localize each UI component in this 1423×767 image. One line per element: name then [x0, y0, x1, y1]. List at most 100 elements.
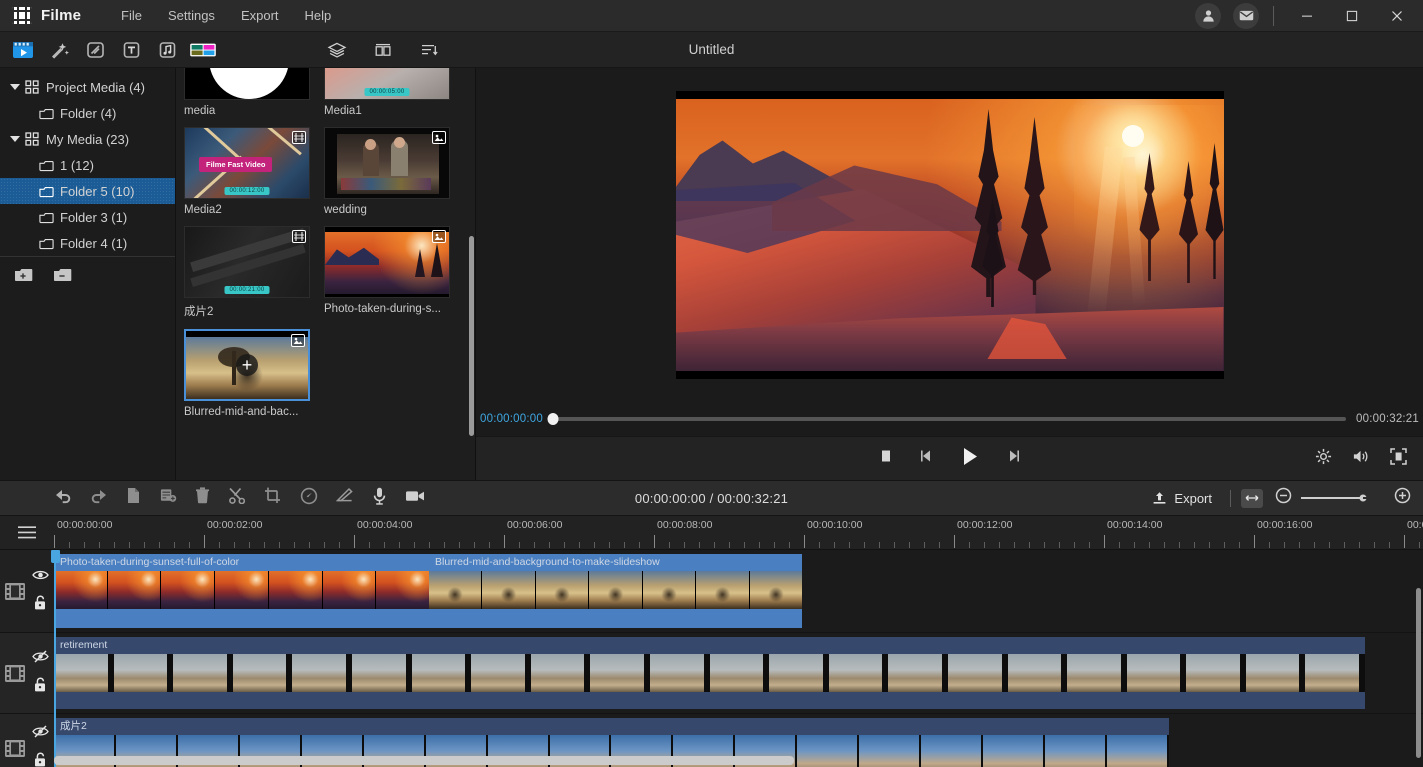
- timeline-horizontal-scrollbar[interactable]: [54, 756, 794, 765]
- prev-frame-button[interactable]: [919, 449, 935, 468]
- tree-item-folder-3[interactable]: Folder 3 (1): [0, 204, 175, 230]
- close-button[interactable]: [1374, 0, 1419, 32]
- track-visibility-off-icon[interactable]: [32, 725, 49, 743]
- scissors-icon[interactable]: [228, 487, 246, 509]
- timeline-vertical-scrollbar[interactable]: [1416, 588, 1421, 758]
- media-item[interactable]: + Blurred-mid-and-bac...: [184, 329, 310, 418]
- video-badge-icon: [292, 131, 306, 144]
- timeline-playhead[interactable]: [54, 550, 56, 767]
- expand-caret-icon[interactable]: [8, 136, 22, 142]
- track-lock-icon[interactable]: [33, 677, 47, 697]
- redo-icon[interactable]: [90, 488, 108, 509]
- media-item[interactable]: 00:00:05:00 Media1: [324, 68, 450, 117]
- zoom-out-button[interactable]: [1275, 487, 1292, 509]
- sort-list-icon[interactable]: [412, 35, 446, 65]
- track-body-2[interactable]: retirement: [54, 633, 1423, 713]
- minimize-button[interactable]: [1284, 0, 1329, 32]
- playhead-handle[interactable]: [51, 550, 60, 563]
- media-thumbnail[interactable]: Filme Fast Video 00:00:12:00: [184, 127, 310, 199]
- media-thumbnail[interactable]: [324, 226, 450, 298]
- track-visibility-icon[interactable]: [32, 568, 49, 586]
- media-thumbnail[interactable]: +: [184, 329, 310, 401]
- ruler-tick-major: [954, 535, 955, 548]
- delete-icon[interactable]: [195, 487, 210, 509]
- grid-view-icon[interactable]: [366, 35, 400, 65]
- video-preview[interactable]: [676, 91, 1224, 379]
- menu-export[interactable]: Export: [228, 3, 292, 28]
- split-screen-icon[interactable]: [186, 35, 220, 65]
- media-item[interactable]: 00:00:21:00 成片2: [184, 226, 310, 319]
- tree-item-1[interactable]: 1 (12): [0, 152, 175, 178]
- timeline-clip[interactable]: Blurred-mid-and-background-to-make-slide…: [429, 554, 802, 628]
- timeline-ruler[interactable]: 00:00:00:0000:00:02:0000:00:04:0000:00:0…: [54, 516, 1423, 549]
- transition-icon[interactable]: [78, 35, 112, 65]
- filmstrip-frame: [531, 654, 591, 692]
- play-button[interactable]: [961, 447, 979, 471]
- ruler-tick-minor: [744, 542, 745, 548]
- text-icon[interactable]: [114, 35, 148, 65]
- filmstrip-frame: [1008, 654, 1068, 692]
- fit-to-window-button[interactable]: [1241, 489, 1263, 508]
- media-thumbnail[interactable]: [184, 68, 310, 100]
- tree-item-folder[interactable]: Folder (4): [0, 100, 175, 126]
- tree-item-folder-5[interactable]: Folder 5 (10): [0, 178, 175, 204]
- tree-item-project-media[interactable]: Project Media (4): [0, 74, 175, 100]
- audio-icon[interactable]: [150, 35, 184, 65]
- ruler-tick-minor: [264, 542, 265, 548]
- media-item[interactable]: media: [184, 68, 310, 117]
- menu-help[interactable]: Help: [292, 3, 345, 28]
- ruler-tick-minor: [1059, 542, 1060, 548]
- remove-folder-icon[interactable]: [53, 267, 72, 283]
- expand-caret-icon[interactable]: [8, 84, 22, 90]
- zoom-in-button[interactable]: [1394, 487, 1411, 509]
- media-item[interactable]: Filme Fast Video 00:00:12:00 Media2: [184, 127, 310, 216]
- tree-item-my-media[interactable]: My Media (23): [0, 126, 175, 152]
- layers-icon[interactable]: [320, 35, 354, 65]
- filmstrip-frame: [948, 654, 1008, 692]
- effects-icon[interactable]: [42, 35, 76, 65]
- color-icon[interactable]: [336, 487, 354, 509]
- add-folder-icon[interactable]: [14, 267, 33, 283]
- camera-icon[interactable]: [405, 489, 425, 508]
- filmstrip-frame: [888, 654, 948, 692]
- ruler-tick-minor: [639, 542, 640, 548]
- maximize-button[interactable]: [1329, 0, 1374, 32]
- scrub-handle[interactable]: [547, 413, 558, 425]
- media-item[interactable]: wedding: [324, 127, 450, 216]
- timeline-clip[interactable]: retirement: [54, 637, 1365, 709]
- export-button[interactable]: Export: [1144, 487, 1220, 510]
- undo-icon[interactable]: [54, 488, 72, 509]
- mail-icon[interactable]: [1233, 3, 1259, 29]
- stop-button[interactable]: [879, 449, 893, 468]
- timeline-menu-button[interactable]: [0, 516, 54, 549]
- track-lock-icon[interactable]: [33, 595, 47, 615]
- timeline-clip[interactable]: Photo-taken-during-sunset-full-of-color: [54, 554, 429, 628]
- ruler-tick-minor: [1344, 542, 1345, 548]
- ruler-tick-minor: [1044, 542, 1045, 548]
- copy-icon[interactable]: [126, 487, 142, 509]
- track-lock-icon[interactable]: [33, 752, 47, 767]
- track-body-1[interactable]: Photo-taken-during-sunset-full-of-color: [54, 550, 1423, 632]
- media-item[interactable]: Photo-taken-during-s...: [324, 226, 450, 319]
- media-thumbnail[interactable]: [324, 127, 450, 199]
- menu-settings[interactable]: Settings: [155, 3, 228, 28]
- track-visibility-off-icon[interactable]: [32, 650, 49, 668]
- media-scrollbar[interactable]: [469, 236, 474, 436]
- scrub-track[interactable]: [553, 417, 1346, 421]
- clip-label: Photo-taken-during-sunset-full-of-color: [54, 554, 429, 571]
- add-to-timeline-icon[interactable]: +: [236, 354, 258, 376]
- menu-file[interactable]: File: [108, 3, 155, 28]
- speed-icon[interactable]: [300, 487, 318, 510]
- account-icon[interactable]: [1195, 3, 1221, 29]
- zoom-slider-handle[interactable]: [1360, 495, 1367, 502]
- media-icon[interactable]: [6, 35, 40, 65]
- duplicate-icon[interactable]: [160, 487, 177, 509]
- microphone-icon[interactable]: [372, 487, 387, 510]
- next-frame-button[interactable]: [1005, 449, 1021, 468]
- zoom-slider[interactable]: [1301, 497, 1385, 499]
- media-thumbnail[interactable]: 00:00:05:00: [324, 68, 450, 100]
- media-browser[interactable]: media 00:00:05:00 Media1: [176, 68, 476, 480]
- tree-item-folder-4[interactable]: Folder 4 (1): [0, 230, 175, 256]
- crop-icon[interactable]: [264, 487, 282, 509]
- media-thumbnail[interactable]: 00:00:21:00: [184, 226, 310, 298]
